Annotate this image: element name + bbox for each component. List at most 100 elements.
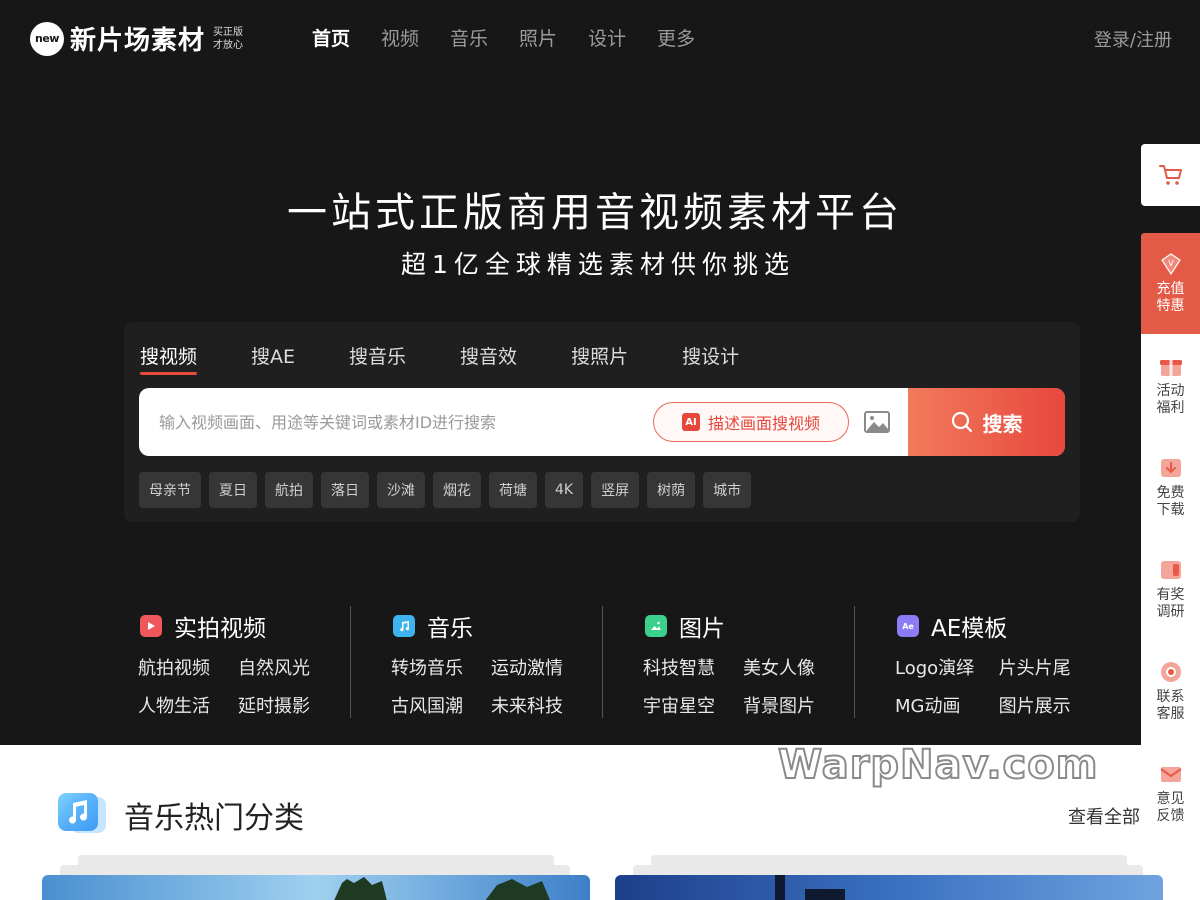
music-category-card[interactable] <box>42 875 590 900</box>
category-link[interactable]: 转场音乐 <box>391 654 471 680</box>
main-nav: 首页 视频 音乐 照片 设计 更多 <box>312 24 726 51</box>
category-header[interactable]: 音乐 <box>391 604 591 648</box>
nav-photo[interactable]: 照片 <box>519 24 557 51</box>
sidebar-label: 调研 <box>1156 603 1185 620</box>
sidebar-label: 反馈 <box>1156 807 1185 824</box>
category-link[interactable]: 背景图片 <box>743 692 823 718</box>
nav-home[interactable]: 首页 <box>312 24 350 51</box>
sidebar-item-recharge[interactable]: V 充值 特惠 <box>1141 233 1200 334</box>
category-divider <box>350 606 351 718</box>
search-input[interactable] <box>159 388 639 456</box>
card-thumbnail <box>42 875 590 900</box>
tab-search-sfx[interactable]: 搜音效 <box>460 342 517 375</box>
category-link[interactable]: 航拍视频 <box>138 654 218 680</box>
category-header[interactable]: 实拍视频 <box>138 604 338 648</box>
view-all-link[interactable]: 查看全部 <box>1068 803 1140 829</box>
hot-tag[interactable]: 沙滩 <box>377 472 425 508</box>
download-icon <box>1160 458 1181 477</box>
search-button[interactable]: 搜索 <box>908 388 1065 456</box>
logo-badge: new <box>30 21 64 56</box>
category-video: 实拍视频 航拍视频 自然风光 人物生活 延时摄影 <box>138 604 338 718</box>
category-link[interactable]: 人物生活 <box>138 692 218 718</box>
card-stack-shadow <box>78 855 554 865</box>
category-link[interactable]: 自然风光 <box>238 654 318 680</box>
hot-tag[interactable]: 竖屏 <box>591 472 640 508</box>
category-header[interactable]: 图片 <box>643 604 843 648</box>
search-icon <box>951 411 972 433</box>
category-link[interactable]: 片头片尾 <box>999 654 1075 680</box>
category-title: 实拍视频 <box>174 616 266 642</box>
nav-design[interactable]: 设计 <box>588 24 626 51</box>
category-divider <box>602 606 603 718</box>
category-link[interactable]: 延时摄影 <box>238 692 318 718</box>
slogan-line-2: 才放心 <box>213 39 244 51</box>
music-category-icon <box>393 615 415 637</box>
vip-icon: V <box>1160 253 1181 276</box>
ai-describe-search-button[interactable]: AI 描述画面搜视频 <box>653 402 849 442</box>
top-header: new 新片场素材 买正版 才放心 首页 视频 音乐 照片 设计 更多 登录/注… <box>0 0 1200 78</box>
sidebar-label: 联系 <box>1156 688 1185 705</box>
hot-tag[interactable]: 4K <box>545 472 584 508</box>
category-link[interactable]: 运动激情 <box>491 654 571 680</box>
sidebar-item-free-download[interactable]: 免费 下载 <box>1141 436 1200 538</box>
sidebar-label: 福利 <box>1156 399 1185 416</box>
nav-music[interactable]: 音乐 <box>450 24 488 51</box>
card-stack-shadow <box>633 865 1143 875</box>
tab-search-photo[interactable]: 搜照片 <box>571 342 628 375</box>
music-category-card[interactable] <box>615 875 1163 900</box>
hot-tags: 母亲节 夏日 航拍 落日 沙滩 烟花 荷塘 4K 竖屏 树荫 城市 <box>139 472 759 508</box>
category-link[interactable]: 古风国潮 <box>391 692 471 718</box>
category-title: 音乐 <box>427 616 473 642</box>
category-link[interactable]: 图片展示 <box>999 692 1075 718</box>
tab-search-design[interactable]: 搜设计 <box>682 342 739 375</box>
float-sidebar: V 充值 特惠 活动 福利 免费 下载 有奖 调研 联系 客服 意见 反馈 <box>1141 233 1200 847</box>
hot-tag[interactable]: 树荫 <box>647 472 696 508</box>
logo-text: 新片场素材 <box>70 26 206 56</box>
sidebar-label: 特惠 <box>1156 298 1185 314</box>
category-link[interactable]: 宇宙星空 <box>643 692 723 718</box>
search-panel: 搜视频 搜AE 搜音乐 搜音效 搜照片 搜设计 AI 描述画面搜视频 搜索 母亲… <box>124 322 1080 522</box>
category-music: 音乐 转场音乐 运动激情 古风国潮 未来科技 <box>391 604 591 718</box>
category-header[interactable]: Ae AE模板 <box>895 604 1095 648</box>
hot-tag[interactable]: 航拍 <box>265 472 313 508</box>
card-stack-shadow <box>651 855 1127 865</box>
login-register-link[interactable]: 登录/注册 <box>1094 26 1172 52</box>
category-link[interactable]: 科技智慧 <box>643 654 723 680</box>
site-logo[interactable]: new 新片场素材 买正版 才放心 <box>30 20 243 57</box>
tab-search-music[interactable]: 搜音乐 <box>349 342 406 375</box>
image-category-icon <box>645 615 667 637</box>
category-link[interactable]: MG动画 <box>895 692 979 718</box>
watermark-text: WarpNav.com <box>777 741 1099 789</box>
sidebar-item-support[interactable]: 联系 客服 <box>1141 640 1200 742</box>
sidebar-label: 下载 <box>1156 501 1185 518</box>
tab-search-video[interactable]: 搜视频 <box>140 342 198 375</box>
sidebar-item-activity[interactable]: 活动 福利 <box>1141 334 1200 436</box>
sidebar-label: 免费 <box>1156 484 1185 501</box>
category-link[interactable]: Logo演绎 <box>895 654 979 680</box>
gift-icon <box>1159 359 1182 376</box>
cart-button[interactable] <box>1141 144 1200 206</box>
search-box: AI 描述画面搜视频 搜索 <box>139 388 1065 456</box>
hot-tag[interactable]: 荷塘 <box>489 472 537 508</box>
tab-search-ae[interactable]: 搜AE <box>251 342 295 375</box>
survey-icon <box>1160 560 1181 579</box>
hot-tag[interactable]: 城市 <box>703 472 752 508</box>
nav-more[interactable]: 更多 <box>657 24 695 51</box>
card-stack-shadow <box>60 865 570 875</box>
slogan-line-1: 买正版 <box>213 26 244 38</box>
search-tabs: 搜视频 搜AE 搜音乐 搜音效 搜照片 搜设计 <box>140 342 793 375</box>
hot-tag[interactable]: 落日 <box>321 472 369 508</box>
nav-video[interactable]: 视频 <box>381 24 419 51</box>
sidebar-item-feedback[interactable]: 意见 反馈 <box>1141 742 1200 844</box>
hot-tag[interactable]: 烟花 <box>433 472 481 508</box>
sidebar-item-survey[interactable]: 有奖 调研 <box>1141 538 1200 640</box>
image-search-icon[interactable] <box>864 410 890 434</box>
category-link[interactable]: 美女人像 <box>743 654 823 680</box>
category-link[interactable]: 未来科技 <box>491 692 571 718</box>
ai-icon: AI <box>681 413 700 431</box>
card-thumbnail <box>615 875 1163 900</box>
hot-tag[interactable]: 母亲节 <box>139 472 201 508</box>
hot-tag[interactable]: 夏日 <box>209 472 257 508</box>
sidebar-label: 有奖 <box>1156 586 1185 603</box>
category-links: 实拍视频 航拍视频 自然风光 人物生活 延时摄影 音乐 转场音乐 运动激情 古风… <box>138 604 1078 720</box>
